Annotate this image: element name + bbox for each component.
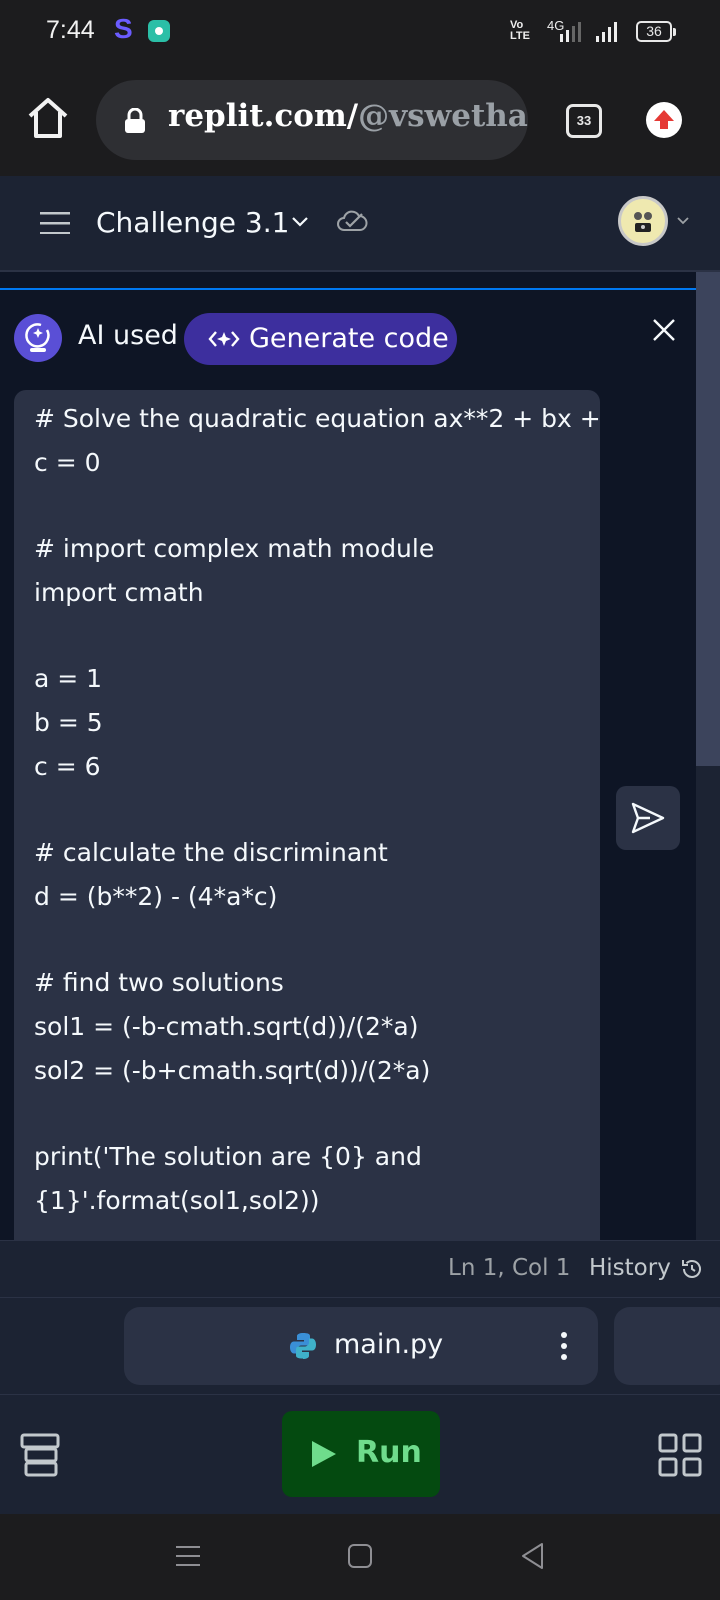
status-bar: 7:44 S Vo LTE 4G 36 [0, 0, 720, 64]
grid-icon[interactable] [658, 1433, 702, 1477]
file-tab-main[interactable]: main.py [124, 1307, 598, 1385]
status-time: 7:44 [46, 16, 95, 44]
signal-icon-2 [596, 22, 617, 42]
ai-assistant-glyph [25, 323, 50, 352]
recents-icon[interactable] [176, 1544, 200, 1568]
upload-icon [654, 110, 674, 129]
python-icon [290, 1333, 316, 1359]
code-line: # calculate the discriminant [34, 838, 388, 867]
upload-button[interactable] [646, 102, 682, 138]
ai-panel: AI used Generate code # Solve the quadra… [0, 272, 696, 1240]
more-vertical-icon[interactable] [560, 1331, 568, 1361]
generated-code-block[interactable]: # Solve the quadratic equation ax**2 + b… [14, 390, 600, 1240]
file-tab-bar: main.py [0, 1298, 720, 1394]
code-line: # import complex math module [34, 534, 435, 563]
generate-code-label: Generate code [249, 323, 449, 354]
code-line: b = 5 [34, 708, 103, 737]
url-host: replit.com/ [168, 98, 359, 134]
send-icon [631, 802, 665, 834]
volte-line2: LTE [510, 30, 530, 42]
history-button[interactable]: History [589, 1255, 671, 1281]
database-icon[interactable] [20, 1433, 60, 1477]
tabs-button[interactable]: 33 [566, 104, 602, 138]
generate-code-button[interactable]: Generate code [184, 313, 457, 365]
cursor-position: Ln 1, Col 1 [448, 1255, 571, 1281]
battery-icon: 36 [636, 21, 676, 42]
code-line: # find two solutions [34, 968, 284, 997]
signal-icon [560, 22, 581, 42]
repl-header: Challenge 3.1 [0, 176, 720, 272]
back-icon[interactable] [520, 1542, 544, 1570]
home-icon[interactable] [24, 94, 72, 142]
code-line: {1}'.format(sol1,sol2)) [34, 1186, 320, 1215]
lock-icon [125, 108, 145, 133]
cloud-check-icon [337, 210, 368, 231]
send-button[interactable] [616, 786, 680, 850]
scrollbar-thumb[interactable] [696, 272, 720, 766]
code-line: sol2 = (-b+cmath.sqrt(d))/(2*a) [34, 1056, 431, 1085]
editor-status-line: Ln 1, Col 1 History [0, 1240, 720, 1298]
ai-used-label: AI used [78, 320, 178, 351]
repl-title[interactable]: Challenge 3.1 [96, 206, 289, 239]
url-text: replit.com/@vswethacs [168, 98, 528, 134]
run-label: Run [356, 1435, 422, 1470]
system-nav-bar [0, 1514, 720, 1600]
home-nav-icon[interactable] [348, 1544, 372, 1568]
address-bar[interactable]: replit.com/@vswethacs [96, 80, 528, 160]
menu-icon[interactable] [40, 212, 70, 234]
close-icon[interactable] [650, 316, 678, 344]
code-line: # Solve the quadratic equation ax**2 + b… [34, 404, 600, 433]
account-chevron-icon[interactable] [676, 214, 690, 228]
code-line: import cmath [34, 578, 204, 607]
app-notification-icon: S [114, 13, 133, 44]
volte-indicator: Vo LTE [510, 20, 530, 42]
focus-indicator [0, 288, 696, 290]
url-path: @vswethacs [358, 98, 528, 134]
browser-toolbar: replit.com/@vswethacs 33 [0, 64, 720, 176]
history-icon[interactable] [680, 1257, 704, 1281]
play-icon [312, 1441, 336, 1467]
code-sparkle-icon [208, 331, 240, 347]
ai-assistant-icon [14, 314, 62, 362]
avatar[interactable] [618, 196, 668, 246]
file-tab-next[interactable] [614, 1307, 720, 1385]
app-notification-icon-2 [148, 20, 170, 42]
bottom-toolbar: Run [0, 1394, 720, 1514]
code-line: sol1 = (-b-cmath.sqrt(d))/(2*a) [34, 1012, 419, 1041]
chevron-down-icon[interactable] [290, 212, 310, 232]
code-line: print('The solution are {0} and [34, 1142, 422, 1171]
run-button[interactable]: Run [282, 1411, 440, 1497]
code-line: c = 6 [34, 752, 101, 781]
scrollbar[interactable] [696, 272, 720, 1240]
code-line: d = (b**2) - (4*a*c) [34, 882, 278, 911]
code-line: c = 0 [34, 448, 101, 477]
code-line: a = 1 [34, 664, 103, 693]
avatar-image [634, 212, 652, 232]
file-name: main.py [334, 1329, 444, 1360]
